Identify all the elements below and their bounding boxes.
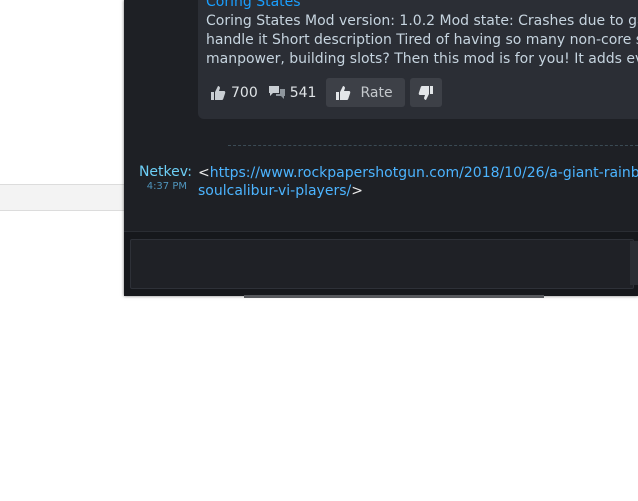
link-close-bracket: > [351,183,363,199]
message-link[interactable]: https://www.rockpapershotgun.com/2018/10… [210,165,638,181]
window-shadow [244,295,544,298]
rate-button[interactable]: Rate [326,78,405,107]
embed-description: Coring States Mod version: 1.0.2 Mod sta… [206,12,638,69]
message-body: <https://www.rockpapershotgun.com/2018/1… [198,164,638,200]
chat-window: Coring States Coring States Mod version:… [124,0,638,296]
embed-description-line: Coring States Mod version: 1.0.2 Mod sta… [206,13,638,29]
chat-composer [124,231,638,296]
message-line: <https://www.rockpapershotgun.com/2018/1… [198,164,638,182]
speech-bubbles-icon [268,85,285,99]
embed-description-line: handle it Short description Tired of hav… [206,32,638,48]
dislike-button[interactable] [409,78,442,107]
likes-count: 700 [231,84,258,101]
embed-title[interactable]: Coring States [206,0,301,10]
thumbs-down-icon [418,85,433,100]
message-author[interactable]: Netkev: [139,164,192,180]
thumbs-up-icon [211,85,226,100]
rate-label: Rate [360,84,393,101]
message-separator [228,145,638,146]
link-open-bracket: < [198,165,210,181]
send-button-edge[interactable] [630,241,638,285]
chat-input[interactable] [130,239,634,289]
embed-description-line: manpower, building slots? Then this mod … [206,51,638,67]
comments-count: 541 [289,84,317,101]
message-timestamp: 4:37 PM [146,181,187,192]
embed-stats: 700 541 Rate [209,78,442,107]
workshop-embed-card[interactable]: Coring States Coring States Mod version:… [198,0,638,119]
thumbs-up-icon [336,85,351,100]
background-page-strip [0,184,124,211]
message-link-continued[interactable]: soulcalibur-vi-players/ [198,183,351,199]
message-line: soulcalibur-vi-players/> [198,182,638,200]
